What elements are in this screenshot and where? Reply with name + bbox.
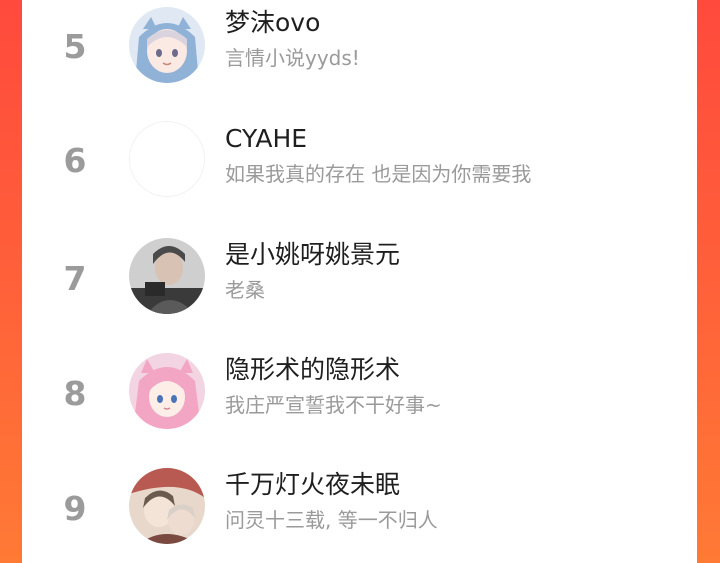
user-avatar[interactable]	[129, 353, 205, 429]
user-avatar[interactable]	[129, 7, 205, 83]
pink-hair-anime-avatar-icon	[129, 353, 205, 429]
anime-couple-avatar-icon	[129, 468, 205, 544]
user-signature: 言情小说yyds!	[225, 46, 360, 70]
ranking-row[interactable]: 5 梦沫ovo 言情小说yyds!	[22, 0, 697, 96]
user-name: 是小姚呀姚景元	[225, 240, 401, 269]
user-signature: 如果我真的存在 也是因为你需要我	[225, 162, 532, 186]
user-signature: 老桑	[225, 278, 265, 302]
user-name: CYAHE	[225, 124, 308, 153]
ranking-row[interactable]: 7 是小姚呀姚景元 老桑	[22, 210, 697, 324]
user-name: 隐形术的隐形术	[225, 355, 401, 384]
anime-girl-shark-hood-avatar-icon	[129, 7, 205, 83]
blank-avatar-icon	[130, 122, 204, 196]
ranking-row[interactable]: 9 千万灯火夜未眠 问灵十三载, 等一不归人	[22, 440, 697, 554]
rank-number: 6	[63, 141, 87, 180]
user-signature: 我庄严宣誓我不干好事~	[225, 393, 442, 417]
user-avatar[interactable]	[129, 121, 205, 197]
user-avatar[interactable]	[129, 238, 205, 314]
rank-number: 5	[63, 27, 87, 66]
man-photo-avatar-icon	[129, 238, 205, 314]
rank-number: 7	[63, 259, 87, 298]
user-name: 千万灯火夜未眠	[225, 470, 401, 499]
ranking-card: 5 梦沫ovo 言情小说yyds! 6 CYAHE 如果我真的存在 也是因为你需…	[22, 0, 697, 563]
ranking-row[interactable]: 6 CYAHE 如果我真的存在 也是因为你需要我	[22, 96, 697, 210]
rank-number: 9	[63, 489, 87, 528]
ranking-row[interactable]: 8 隐形术的隐形术 我庄严宣誓我不干好事~	[22, 326, 697, 440]
user-signature: 问灵十三载, 等一不归人	[225, 508, 438, 532]
rank-number: 8	[63, 374, 87, 413]
user-avatar[interactable]	[129, 468, 205, 544]
user-name: 梦沫ovo	[225, 8, 321, 37]
